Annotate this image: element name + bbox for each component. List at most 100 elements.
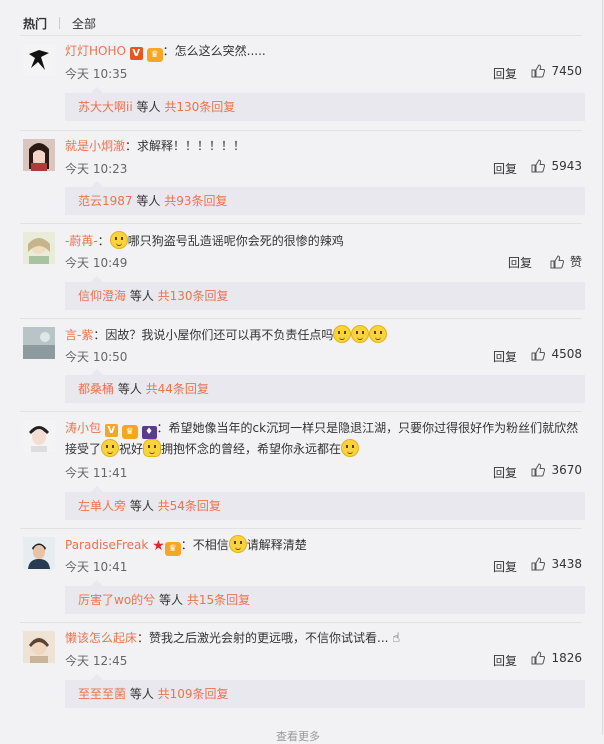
vip-badge-icon: ♛ [146,48,163,62]
replies-box[interactable]: 都桑桶 等人 共44条回复 [65,369,585,403]
like-count: 4508 [551,347,582,361]
reply-button[interactable]: 回复 [493,558,517,575]
replies-box[interactable]: 左单人旁 等人 共54条回复 [65,486,585,520]
colon: ： [156,421,169,435]
comment-username[interactable]: 就是小炯澈 [65,139,125,153]
avatar[interactable] [23,631,55,663]
vip-badge-icon: ♛ [164,542,181,556]
hug-emoji-icon [143,439,162,457]
replies-count-link[interactable]: 共130条回复 [158,289,229,303]
replies-box[interactable]: 范云1987 等人 共93条回复 [65,181,585,215]
replies-text: 等人 [126,687,158,701]
reply-button[interactable]: 回复 [493,65,517,82]
tab-hot[interactable]: 热门 [23,15,47,32]
comment-text: 赞我之后激光会射的更远哦，不信你试试看... [149,631,393,645]
divider [20,622,582,623]
replies-count-link[interactable]: 共130条回复 [164,100,235,114]
thumbs-up-icon [531,651,546,665]
colon: ： [125,139,138,153]
comments-panel: 热门 全部 灯灯HOHO V ♛ ：怎么这么突然..... 今天 10:35 回复… [0,0,603,743]
like-button[interactable]: 1826 [531,651,582,665]
avatar[interactable] [23,232,55,264]
reply-button[interactable]: 回复 [508,254,532,271]
sad-emoji-icon [341,439,360,457]
replies-text: 等人 [126,499,158,513]
colon: ： [162,44,175,58]
replies-count-link[interactable]: 共109条回复 [158,687,229,701]
comment-text: 哪只狗盗号乱造谣呢你会死的很惨的辣鸡 [127,234,344,248]
reply-user-link[interactable]: 至至至菌 [78,687,126,701]
comment-text-row: 言-紫：因故？我说小屋你们还可以再不负责任点吗 [65,325,582,344]
replies-box[interactable]: 厉害了wo的兮 等人 共15条回复 [65,580,585,614]
replies-count-link[interactable]: 共93条回复 [164,194,227,208]
comment-text: 因故？我说小屋你们还可以再不负责任点吗 [105,328,334,342]
comment-username[interactable]: 涛小包 [65,421,101,435]
reply-button[interactable]: 回复 [493,160,517,177]
avatar[interactable] [23,537,55,569]
like-button[interactable]: 赞 [550,253,582,270]
like-button[interactable]: 7450 [531,64,582,78]
like-label: 赞 [569,255,582,269]
reply-button[interactable]: 回复 [493,652,517,669]
reply-user-link[interactable]: 苏大大啊ii [78,100,133,114]
comment-username[interactable]: 言-紫 [65,328,93,342]
like-button[interactable]: 3438 [531,557,582,571]
avatar[interactable] [23,139,55,171]
vip-badge-icon: ♛ [121,425,138,439]
like-button[interactable]: 4508 [531,347,582,361]
avatar[interactable] [23,420,55,452]
replies-count-link[interactable]: 共15条回复 [187,593,250,607]
like-button[interactable]: 5943 [531,159,582,173]
divider [20,35,582,36]
replies-box[interactable]: 苏大大啊ii 等人 共130条回复 [65,87,585,121]
replies-text: 等人 [126,289,158,303]
reply-user-link[interactable]: 左单人旁 [78,499,126,513]
load-more-link[interactable]: 查看更多 [276,728,320,744]
comment-time: 今天 10:50 [65,350,128,364]
tab-divider [59,17,61,29]
like-button[interactable]: 3670 [531,463,582,477]
reply-button[interactable]: 回复 [493,464,517,481]
comment-text: 希望她像当年的ck沉珂一样只是隐退江湖，只要你过得很好作为粉丝们就欣然 [168,421,579,435]
comment-time: 今天 10:35 [65,67,128,81]
colon: ： [97,234,110,248]
tab-all[interactable]: 全部 [72,15,96,32]
replies-count-link[interactable]: 共54条回复 [158,499,221,513]
comment-text-cont: 拥抱怀念的曾经，希望你永远都在 [161,442,342,456]
verified-v-icon: V [104,424,118,437]
replies-count-link[interactable]: 共44条回复 [146,382,209,396]
thumbs-up-icon [550,254,564,268]
like-count: 1826 [551,651,582,665]
colon: ： [93,328,106,342]
comment-username[interactable]: 灯灯HOHO [65,44,126,58]
tongue-emoji-icon [369,325,388,343]
comment-time: 今天 10:23 [65,162,128,176]
replies-box[interactable]: 至至至菌 等人 共109条回复 [65,674,585,708]
comment-text: 求解释！！！！！！ [137,139,246,153]
avatar[interactable] [23,44,55,76]
reply-user-link[interactable]: 都桑桶 [78,382,114,396]
like-count: 3438 [551,557,582,571]
member-badge-icon: ♦ [141,426,157,439]
reply-user-link[interactable]: 范云1987 [78,194,133,208]
verified-v-icon: V [129,47,143,60]
reply-user-link[interactable]: 信仰澄海 [78,289,126,303]
replies-box[interactable]: 信仰澄海 等人 共130条回复 [65,276,585,310]
comment-text-row: 懒该怎么起床：赞我之后激光会射的更远哦，不信你试试看... ☝ [65,629,582,648]
divider [20,130,582,131]
thumbs-up-icon [531,463,546,477]
reply-user-link[interactable]: 厉害了wo的兮 [78,593,155,607]
comment-username[interactable]: ParadiseFreak [65,538,148,552]
comment-username[interactable]: -蔚苒- [65,234,98,248]
tongue-emoji-icon [333,325,352,343]
reply-button[interactable]: 回复 [493,348,517,365]
comment-username[interactable]: 懒该怎么起床 [65,631,137,645]
star-badge-icon: ★ [152,538,165,554]
comment-time: 今天 10:41 [65,560,128,574]
finger-gesture-icon: ☝ [392,631,401,646]
thumbs-up-icon [531,347,546,361]
comment-time: 今天 12:45 [65,654,128,668]
thumbs-up-icon [531,557,546,571]
comment-text-row: 灯灯HOHO V ♛ ：怎么这么突然..... [65,42,582,62]
avatar[interactable] [23,327,55,359]
